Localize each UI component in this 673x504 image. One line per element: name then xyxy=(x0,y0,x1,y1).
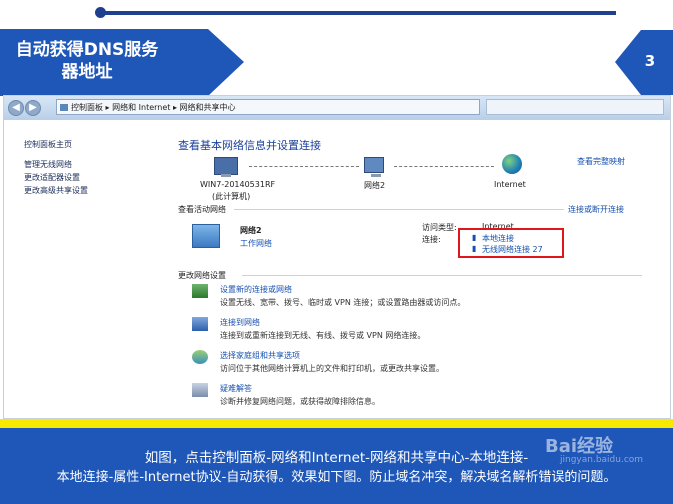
divider xyxy=(242,275,642,276)
globe-icon xyxy=(502,154,522,174)
computer-sub: (此计算机) xyxy=(212,192,251,201)
top-line xyxy=(98,11,616,15)
address-bar: ◀ ▶ 控制面板 ▸ 网络和 Internet ▸ 网络和共享中心 xyxy=(4,96,670,120)
network-name: 网络2 xyxy=(364,181,386,190)
breadcrumb-separator: ▸ xyxy=(105,103,110,112)
network-sharing-center-window: ◀ ▶ 控制面板 ▸ 网络和 Internet ▸ 网络和共享中心 控制面板主页… xyxy=(3,95,671,419)
new-connection-icon xyxy=(192,284,208,298)
troubleshoot-icon xyxy=(192,383,208,397)
title-banner: 自动获得DNS服务器地址 xyxy=(0,29,244,96)
network-icon xyxy=(364,157,384,177)
computer-icon xyxy=(214,157,238,177)
task-desc: 设置无线、宽带、拨号、临时或 VPN 连接；或设置路由器或访问点。 xyxy=(220,298,466,307)
connect-disconnect-link[interactable]: 连接或断开连接 xyxy=(568,204,624,215)
sidebar-item-advanced-sharing[interactable]: 更改高级共享设置 xyxy=(24,185,88,196)
task-link-new-connection[interactable]: 设置新的连接或网络 xyxy=(220,284,292,295)
task-desc: 访问位于其他网络计算机上的文件和打印机，或更改共享设置。 xyxy=(220,364,444,373)
search-input[interactable] xyxy=(486,99,664,115)
slide-title: 自动获得DNS服务器地址 xyxy=(15,40,159,82)
task-desc: 诊断并修复网络问题，或获得故障排除信息。 xyxy=(220,397,380,406)
breadcrumb-item[interactable]: 网络和共享中心 xyxy=(180,103,236,112)
divider xyxy=(234,209,564,210)
sidebar-item-adapter-settings[interactable]: 更改适配器设置 xyxy=(24,172,80,183)
breadcrumb-item[interactable]: 网络和 Internet xyxy=(112,103,170,112)
internet-label: Internet xyxy=(494,180,526,189)
page-number-tab: 3 xyxy=(615,30,673,95)
sidebar-item-control-panel-home[interactable]: 控制面板主页 xyxy=(24,139,72,150)
breadcrumb-separator: ▸ xyxy=(172,103,177,112)
connections-highlight-box xyxy=(458,228,564,258)
caption-line-2: 本地连接-属性-Internet协议-自动获得。效果如下图。防止域名冲突，解决域… xyxy=(56,470,617,485)
task-link-troubleshoot[interactable]: 疑难解答 xyxy=(220,383,252,394)
computer-name: WIN7-20140531RF xyxy=(200,180,276,189)
task-link-connect[interactable]: 连接到网络 xyxy=(220,317,260,328)
forward-icon[interactable]: ▶ xyxy=(25,100,41,116)
map-link-line xyxy=(394,166,494,167)
map-link-line xyxy=(249,166,359,167)
page-heading: 查看基本网络信息并设置连接 xyxy=(178,139,321,152)
connections-label: 连接: xyxy=(422,235,441,244)
connect-network-icon xyxy=(192,317,208,331)
control-panel-icon xyxy=(60,104,68,111)
homegroup-icon xyxy=(192,350,208,364)
breadcrumb-item[interactable]: 控制面板 xyxy=(71,103,103,112)
task-link-homegroup[interactable]: 选择家庭组和共享选项 xyxy=(220,350,300,361)
work-network-icon xyxy=(192,224,220,248)
accent-strip xyxy=(0,419,673,428)
network-type-link[interactable]: 工作网络 xyxy=(240,238,272,249)
back-icon[interactable]: ◀ xyxy=(8,100,24,116)
view-full-map-link[interactable]: 查看完整映射 xyxy=(577,156,625,167)
sidebar-item-manage-wireless[interactable]: 管理无线网络 xyxy=(24,159,72,170)
access-type-label: 访问类型: xyxy=(422,223,457,232)
sidebar: 控制面板主页 管理无线网络 更改适配器设置 更改高级共享设置 xyxy=(4,120,154,418)
watermark-url: jingyan.baidu.com xyxy=(560,455,644,465)
change-settings-title: 更改网络设置 xyxy=(178,271,226,280)
active-networks-title: 查看活动网络 xyxy=(178,205,226,214)
page-number: 3 xyxy=(644,52,656,70)
breadcrumb[interactable]: 控制面板 ▸ 网络和 Internet ▸ 网络和共享中心 xyxy=(56,99,480,115)
task-desc: 连接到或重新连接到无线、有线、拨号或 VPN 网络连接。 xyxy=(220,331,426,340)
main-panel: 查看基本网络信息并设置连接 查看完整映射 WIN7-20140531RF (此计… xyxy=(154,120,670,418)
active-network-name: 网络2 xyxy=(240,226,262,235)
